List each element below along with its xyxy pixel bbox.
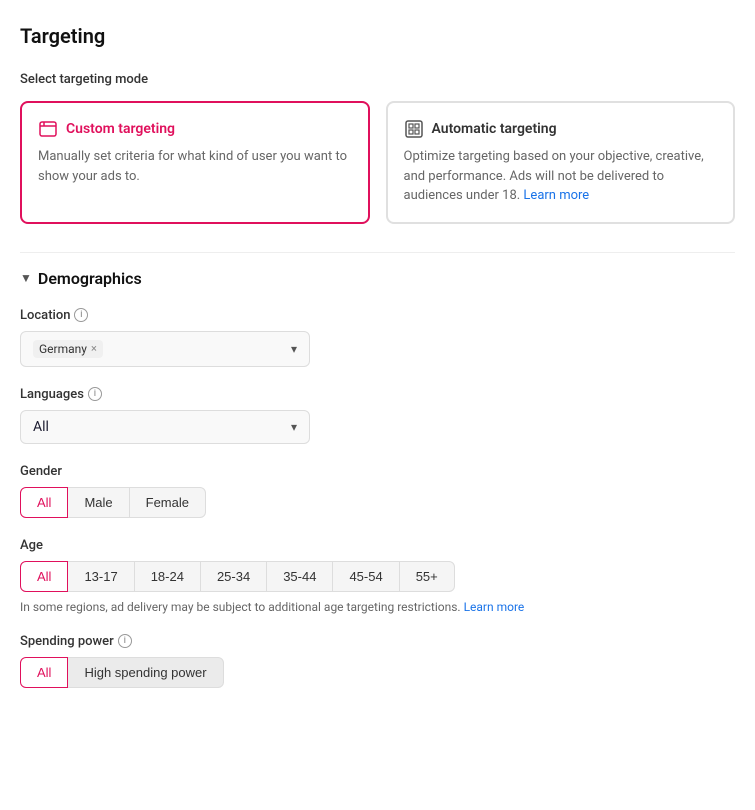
location-dropdown-arrow: ▾: [291, 342, 297, 356]
targeting-mode-label: Select targeting mode: [20, 72, 735, 87]
targeting-mode-section: Select targeting mode Custom targeting M…: [20, 72, 735, 224]
age-label: Age: [20, 538, 735, 553]
demographics-section: ▼ Demographics Location i Germany × ▾ La…: [20, 252, 735, 688]
gender-label: Gender: [20, 464, 735, 479]
age-note: In some regions, ad delivery may be subj…: [20, 600, 735, 614]
age-45-54-button[interactable]: 45-54: [332, 561, 399, 592]
location-info-icon[interactable]: i: [74, 308, 88, 322]
automatic-targeting-card[interactable]: Automatic targeting Optimize targeting b…: [386, 101, 736, 224]
age-13-17-button[interactable]: 13-17: [67, 561, 134, 592]
age-learn-more-link[interactable]: Learn more: [464, 600, 525, 614]
spending-all-button[interactable]: All: [20, 657, 68, 688]
age-25-34-button[interactable]: 25-34: [200, 561, 267, 592]
targeting-mode-options: Custom targeting Manually set criteria f…: [20, 101, 735, 224]
automatic-targeting-desc: Optimize targeting based on your objecti…: [404, 147, 718, 206]
custom-targeting-title: Custom targeting: [66, 121, 175, 137]
spending-power-label: Spending power i: [20, 634, 735, 649]
spending-power-button-group: All High spending power: [20, 657, 735, 688]
age-55-plus-button[interactable]: 55+: [399, 561, 455, 592]
languages-dropdown-arrow: ▾: [291, 420, 297, 434]
location-label: Location i: [20, 308, 735, 323]
spending-power-field-group: Spending power i All High spending power: [20, 634, 735, 688]
location-tag-close[interactable]: ×: [91, 342, 97, 355]
location-dropdown[interactable]: Germany × ▾: [20, 331, 310, 367]
age-field-group: Age All 13-17 18-24 25-34 35-44 45-54 55…: [20, 538, 735, 614]
gender-female-button[interactable]: Female: [129, 487, 206, 518]
gender-field-group: Gender All Male Female: [20, 464, 735, 518]
age-button-group: All 13-17 18-24 25-34 35-44 45-54 55+: [20, 561, 735, 592]
demographics-title: Demographics: [38, 269, 142, 288]
custom-targeting-icon: [38, 119, 58, 139]
demographics-chevron-icon: ▼: [20, 271, 32, 285]
gender-all-button[interactable]: All: [20, 487, 68, 518]
age-all-button[interactable]: All: [20, 561, 68, 592]
languages-dropdown[interactable]: All ▾: [20, 410, 310, 444]
custom-targeting-card[interactable]: Custom targeting Manually set criteria f…: [20, 101, 370, 224]
languages-label: Languages i: [20, 387, 735, 402]
languages-field-group: Languages i All ▾: [20, 387, 735, 444]
spending-power-info-icon[interactable]: i: [118, 634, 132, 648]
location-field-group: Location i Germany × ▾: [20, 308, 735, 367]
automatic-targeting-title: Automatic targeting: [432, 121, 557, 137]
demographics-header[interactable]: ▼ Demographics: [20, 269, 735, 288]
spending-high-button[interactable]: High spending power: [67, 657, 223, 688]
location-tag: Germany ×: [33, 340, 103, 358]
gender-male-button[interactable]: Male: [67, 487, 129, 518]
page-title: Targeting: [20, 24, 735, 48]
custom-targeting-desc: Manually set criteria for what kind of u…: [38, 147, 352, 186]
age-35-44-button[interactable]: 35-44: [266, 561, 333, 592]
gender-button-group: All Male Female: [20, 487, 735, 518]
languages-info-icon[interactable]: i: [88, 387, 102, 401]
automatic-targeting-icon: [404, 119, 424, 139]
automatic-targeting-learn-more[interactable]: Learn more: [523, 188, 589, 203]
age-18-24-button[interactable]: 18-24: [134, 561, 201, 592]
